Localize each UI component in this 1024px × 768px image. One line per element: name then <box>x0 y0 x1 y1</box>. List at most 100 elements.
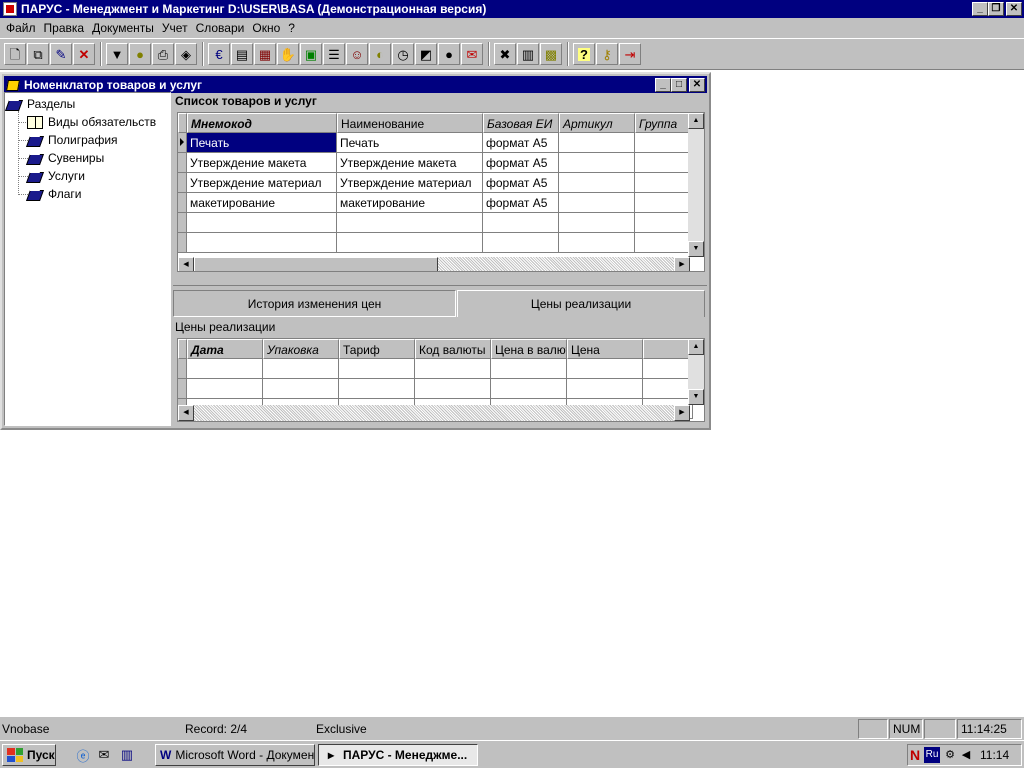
cell-base-unit[interactable]: формат А5 <box>483 193 559 213</box>
book-icon[interactable]: ▤ <box>231 43 253 65</box>
tray-app-icon[interactable]: ⚙ <box>942 747 958 763</box>
cell-article[interactable] <box>559 193 635 213</box>
table-row[interactable]: Утверждение материал Утверждение материа… <box>178 173 691 193</box>
table-row[interactable] <box>178 213 691 233</box>
scroll-left-icon[interactable]: ◀ <box>178 257 194 271</box>
volume-icon[interactable]: ◀ <box>958 747 974 763</box>
cell-base-unit[interactable]: формат А5 <box>483 153 559 173</box>
cell-group[interactable] <box>635 153 691 173</box>
tree-item-obligations[interactable]: Виды обязательств <box>27 113 156 131</box>
col-article[interactable]: Артикул <box>559 113 635 133</box>
restore-button[interactable]: ❐ <box>988 2 1004 16</box>
menu-help[interactable]: ? <box>284 21 299 35</box>
tray-clock[interactable]: 11:14 <box>980 748 1009 762</box>
minimize-button[interactable]: _ <box>972 2 988 16</box>
goods-grid[interactable]: Мнемокод Наименование Базовая ЕИ Артикул… <box>177 112 705 272</box>
stamp-icon[interactable]: ◐ <box>369 43 391 65</box>
sections-tree[interactable]: Разделы Виды обязательств Полиграфия Сув… <box>4 92 171 426</box>
calc-icon[interactable]: ▣ <box>300 43 322 65</box>
child-maximize-button[interactable]: □ <box>671 78 687 92</box>
handshake-icon[interactable]: ✋ <box>277 43 299 65</box>
horizontal-scrollbar[interactable]: ◀ ▶ <box>178 257 690 271</box>
table-row[interactable]: макетирование макетирование формат А5 <box>178 193 691 213</box>
task-parus[interactable]: ▸ ПАРУС - Менеджме... <box>318 744 478 766</box>
child-minimize-button[interactable]: _ <box>655 78 671 92</box>
cell-name[interactable]: Печать <box>337 133 483 153</box>
desktop-icon[interactable]: ▥ <box>118 746 136 764</box>
table-row[interactable] <box>178 379 693 399</box>
cell-group[interactable] <box>635 133 691 153</box>
catalog-icon[interactable]: ▦ <box>254 43 276 65</box>
cell-mnemocode[interactable]: Утверждение материал <box>187 173 337 193</box>
tab-sale-prices[interactable]: Цены реализации <box>457 290 705 317</box>
cell-name[interactable]: Утверждение материал <box>337 173 483 193</box>
currency-icon[interactable]: € <box>208 43 230 65</box>
cell-mnemocode[interactable]: Печать <box>187 133 337 153</box>
scroll-thumb[interactable] <box>194 257 438 271</box>
prices-grid[interactable]: Дата Упаковка Тариф Код валюты Цена в ва… <box>177 338 705 422</box>
find-icon[interactable]: ● <box>129 43 151 65</box>
tree-root[interactable]: Разделы <box>6 95 75 113</box>
print-icon[interactable]: ⎙ <box>152 43 174 65</box>
col-base-unit[interactable]: Базовая ЕИ <box>483 113 559 133</box>
table-row[interactable]: Утверждение макета Утверждение макета фо… <box>178 153 691 173</box>
cell-base-unit[interactable]: формат А5 <box>483 173 559 193</box>
child-title-bar[interactable]: Номенклатор товаров и услуг <box>4 76 707 93</box>
menu-accounting[interactable]: Учет <box>158 21 192 35</box>
delete-icon[interactable]: ✕ <box>73 43 95 65</box>
help-icon[interactable]: ? <box>573 43 595 65</box>
clock-icon[interactable]: ◷ <box>392 43 414 65</box>
report-icon[interactable]: ☰ <box>323 43 345 65</box>
tree-item-souvenirs[interactable]: Сувениры <box>27 149 104 167</box>
app-icon[interactable] <box>3 2 17 16</box>
cell-mnemocode[interactable]: макетирование <box>187 193 337 213</box>
scroll-up-icon[interactable]: ▲ <box>688 339 704 355</box>
table-row[interactable] <box>178 359 693 379</box>
horizontal-scrollbar[interactable]: ◀ ▶ <box>178 405 690 421</box>
tools-icon[interactable]: ✖ <box>494 43 516 65</box>
menu-documents[interactable]: Документы <box>88 21 158 35</box>
new-doc-icon[interactable]: 🗋 <box>4 43 26 65</box>
cell-article[interactable] <box>559 133 635 153</box>
cell-name[interactable]: макетирование <box>337 193 483 213</box>
norton-icon[interactable]: N <box>910 747 924 763</box>
window-icon[interactable] <box>6 78 20 92</box>
cell-mnemocode[interactable]: Утверждение макета <box>187 153 337 173</box>
calendar-icon[interactable]: ▩ <box>540 43 562 65</box>
col-date[interactable]: Дата <box>187 339 263 359</box>
task-word[interactable]: W Microsoft Word - Докумен... <box>155 744 315 766</box>
col-group[interactable]: Группа <box>635 113 691 133</box>
cell-article[interactable] <box>559 153 635 173</box>
col-price-currency[interactable]: Цена в валют <box>491 339 567 359</box>
mail-icon[interactable]: ✉ <box>461 43 483 65</box>
menu-edit[interactable]: Правка <box>40 21 89 35</box>
scroll-up-icon[interactable]: ▲ <box>688 113 704 129</box>
cell-group[interactable] <box>635 173 691 193</box>
scroll-right-icon[interactable]: ▶ <box>674 257 690 271</box>
col-tariff[interactable]: Тариф <box>339 339 415 359</box>
table-row[interactable]: Печать Печать формат А5 <box>178 133 691 153</box>
tree-item-services[interactable]: Услуги <box>27 167 85 185</box>
vertical-scrollbar[interactable]: ▲ ▼ <box>688 339 704 405</box>
people-icon[interactable]: ☺ <box>346 43 368 65</box>
col-name[interactable]: Наименование <box>337 113 483 133</box>
child-close-button[interactable]: ✕ <box>689 78 705 92</box>
filter-icon[interactable]: ▼ <box>106 43 128 65</box>
bomb-icon[interactable]: ● <box>438 43 460 65</box>
exit-icon[interactable]: ⇥ <box>619 43 641 65</box>
scroll-left-icon[interactable]: ◀ <box>178 405 194 421</box>
cell-name[interactable]: Утверждение макета <box>337 153 483 173</box>
col-package[interactable]: Упаковка <box>263 339 339 359</box>
tree-item-flags[interactable]: Флаги <box>27 185 81 203</box>
menu-dictionaries[interactable]: Словари <box>192 21 249 35</box>
scroll-down-icon[interactable]: ▼ <box>688 241 704 257</box>
cell-group[interactable] <box>635 193 691 213</box>
tree-item-printing[interactable]: Полиграфия <box>27 131 118 149</box>
close-button[interactable]: ✕ <box>1006 2 1022 16</box>
menu-window[interactable]: Окно <box>248 21 284 35</box>
cell-article[interactable] <box>559 173 635 193</box>
vertical-scrollbar[interactable]: ▲ ▼ <box>688 113 704 257</box>
app-title-bar[interactable]: ПАРУС - Менеджмент и Маркетинг D:\USER\B… <box>0 0 1024 18</box>
col-mnemocode[interactable]: Мнемокод <box>187 113 337 133</box>
start-button[interactable]: Пуск <box>2 744 56 766</box>
